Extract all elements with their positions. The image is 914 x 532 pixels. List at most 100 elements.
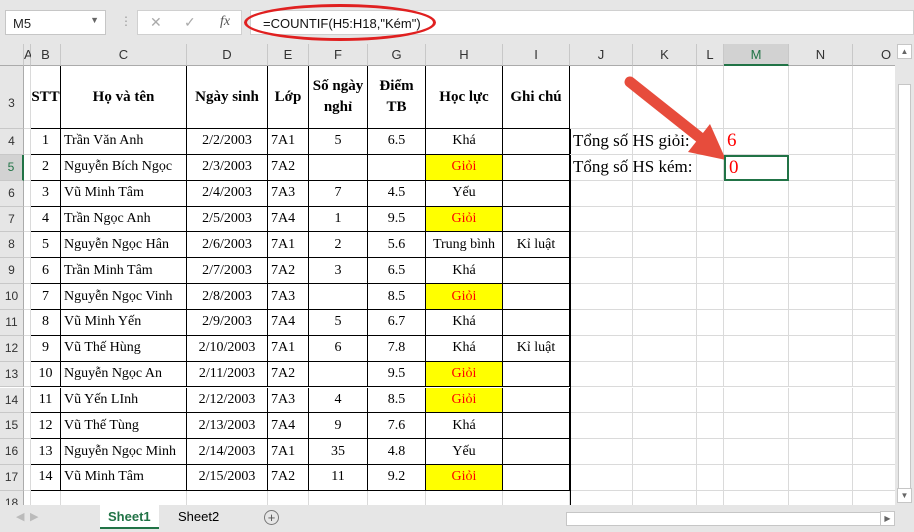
header-absent[interactable]: Số ngày nghỉ bbox=[309, 66, 368, 129]
cell-stt[interactable]: 2 bbox=[31, 154, 61, 181]
cell[interactable] bbox=[724, 232, 789, 259]
cell-dob[interactable]: 2/14/2003 bbox=[187, 439, 268, 466]
cell[interactable] bbox=[24, 154, 31, 181]
cell[interactable] bbox=[24, 413, 31, 440]
cell[interactable] bbox=[789, 465, 853, 491]
cell[interactable] bbox=[633, 439, 697, 466]
cell-score[interactable]: 9.2 bbox=[368, 465, 426, 491]
column-header-o[interactable]: O bbox=[853, 44, 895, 66]
cell-note[interactable] bbox=[503, 206, 570, 233]
cell[interactable] bbox=[24, 490, 31, 505]
cell[interactable] bbox=[24, 232, 31, 259]
cell-rank[interactable]: Khá bbox=[426, 335, 503, 362]
weak-count-label[interactable]: Tổng số HS kém: bbox=[570, 154, 692, 181]
cell[interactable] bbox=[368, 490, 426, 505]
cell[interactable] bbox=[31, 490, 61, 505]
cell-note[interactable] bbox=[503, 361, 570, 388]
cell[interactable] bbox=[853, 284, 895, 310]
cell-score[interactable]: 8.5 bbox=[368, 284, 426, 310]
cell[interactable] bbox=[570, 284, 633, 310]
cell[interactable] bbox=[61, 490, 187, 505]
column-header-e[interactable]: E bbox=[268, 44, 309, 66]
name-box[interactable]: M5 ▼ bbox=[5, 10, 106, 35]
cell[interactable] bbox=[570, 361, 633, 388]
cell-absent[interactable]: 9 bbox=[309, 413, 368, 440]
cell[interactable] bbox=[24, 465, 31, 491]
cell[interactable] bbox=[697, 284, 724, 310]
cell-rank[interactable]: Giỏi bbox=[426, 465, 503, 491]
cell[interactable] bbox=[268, 490, 309, 505]
cell-rank[interactable]: Khá bbox=[426, 129, 503, 155]
column-header-g[interactable]: G bbox=[368, 44, 426, 66]
row-header[interactable]: 16 bbox=[0, 439, 24, 466]
column-header-a[interactable]: A bbox=[24, 44, 33, 66]
cell-class[interactable]: 7A4 bbox=[268, 413, 309, 440]
select-all-corner[interactable] bbox=[0, 44, 24, 66]
header-name[interactable]: Họ và tên bbox=[61, 66, 187, 129]
prev-sheet-icon[interactable]: ◀ bbox=[16, 510, 24, 523]
cell[interactable] bbox=[697, 413, 724, 440]
cell[interactable] bbox=[853, 465, 895, 491]
cell-dob[interactable]: 2/4/2003 bbox=[187, 180, 268, 207]
cell[interactable] bbox=[570, 232, 633, 259]
header-note[interactable]: Ghi chú bbox=[503, 66, 570, 129]
cell[interactable] bbox=[789, 361, 853, 388]
cell-score[interactable]: 8.5 bbox=[368, 387, 426, 414]
cell-dob[interactable]: 2/9/2003 bbox=[187, 309, 268, 336]
cell[interactable] bbox=[24, 335, 31, 362]
cell-name[interactable]: Vũ Yến LInh bbox=[61, 387, 187, 414]
cell[interactable] bbox=[426, 490, 503, 505]
cell[interactable] bbox=[789, 206, 853, 233]
cell-note[interactable] bbox=[503, 413, 570, 440]
good-count-value[interactable]: 6 bbox=[724, 129, 789, 155]
cell-score[interactable]: 6.5 bbox=[368, 129, 426, 155]
cell-score[interactable] bbox=[368, 154, 426, 181]
cell-stt[interactable]: 13 bbox=[31, 439, 61, 466]
cell[interactable] bbox=[697, 206, 724, 233]
cell-name[interactable]: Vũ Minh Tâm bbox=[61, 180, 187, 207]
cell-absent[interactable]: 35 bbox=[309, 439, 368, 466]
row-header[interactable]: 17 bbox=[0, 465, 24, 491]
cell-stt[interactable]: 4 bbox=[31, 206, 61, 233]
cell-absent[interactable] bbox=[309, 361, 368, 388]
cell[interactable] bbox=[24, 361, 31, 388]
cell-name[interactable]: Vũ Thế Hùng bbox=[61, 335, 187, 362]
cell[interactable] bbox=[853, 439, 895, 466]
cell[interactable] bbox=[633, 335, 697, 362]
cell[interactable] bbox=[697, 180, 724, 207]
cell-stt[interactable]: 12 bbox=[31, 413, 61, 440]
cell-note[interactable] bbox=[503, 309, 570, 336]
cell[interactable] bbox=[697, 465, 724, 491]
cell-class[interactable]: 7A3 bbox=[268, 180, 309, 207]
cell-stt[interactable]: 6 bbox=[31, 258, 61, 285]
cell-note[interactable] bbox=[503, 284, 570, 310]
cell[interactable] bbox=[724, 439, 789, 466]
column-header-c[interactable]: C bbox=[61, 44, 187, 66]
column-header-f[interactable]: F bbox=[309, 44, 368, 66]
cell-rank[interactable]: Giỏi bbox=[426, 154, 503, 181]
cell[interactable] bbox=[697, 387, 724, 414]
cell-stt[interactable]: 10 bbox=[31, 361, 61, 388]
cell[interactable] bbox=[724, 490, 789, 505]
cell[interactable] bbox=[187, 490, 268, 505]
cell[interactable] bbox=[789, 335, 853, 362]
cell-class[interactable]: 7A2 bbox=[268, 361, 309, 388]
cell[interactable] bbox=[503, 490, 570, 505]
header-dob[interactable]: Ngày sinh bbox=[187, 66, 268, 129]
cell[interactable] bbox=[697, 335, 724, 362]
cell[interactable] bbox=[724, 66, 789, 129]
cell-note[interactable] bbox=[503, 258, 570, 285]
header-class[interactable]: Lớp bbox=[268, 66, 309, 129]
cell[interactable] bbox=[853, 258, 895, 285]
cell[interactable] bbox=[853, 336, 895, 362]
cell-score[interactable]: 6.7 bbox=[368, 309, 426, 336]
cell-class[interactable]: 7A3 bbox=[268, 284, 309, 310]
cell[interactable] bbox=[697, 309, 724, 336]
cell-rank[interactable]: Giỏi bbox=[426, 284, 503, 310]
cell-absent[interactable]: 6 bbox=[309, 335, 368, 362]
cell-absent[interactable]: 5 bbox=[309, 309, 368, 336]
cell-note[interactable] bbox=[503, 387, 570, 414]
row-header[interactable]: 6 bbox=[0, 180, 24, 207]
cell[interactable] bbox=[697, 439, 724, 466]
cell[interactable] bbox=[853, 491, 895, 505]
